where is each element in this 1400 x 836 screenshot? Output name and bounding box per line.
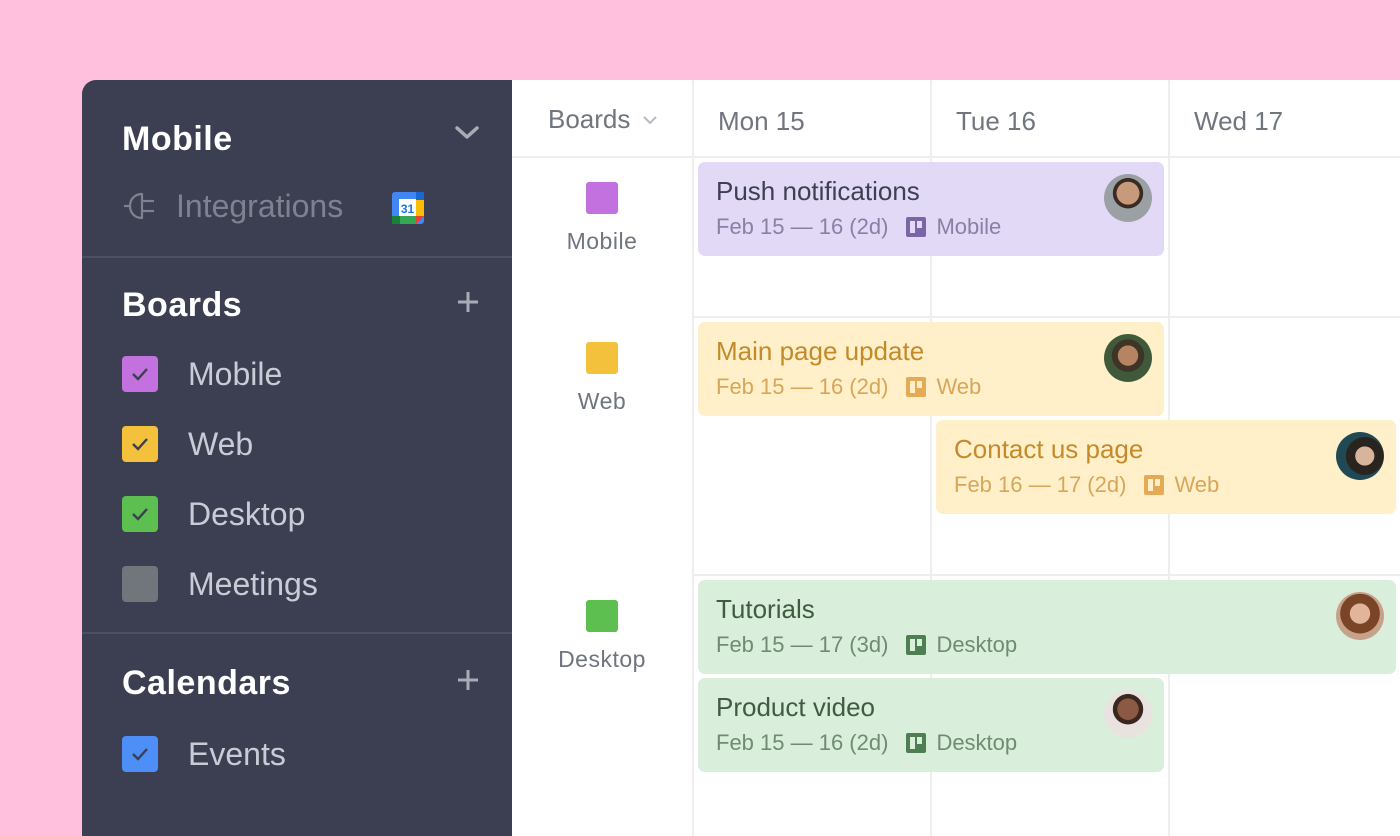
integrations-link[interactable]: Integrations — [124, 186, 343, 226]
board-item-label: Mobile — [188, 355, 283, 392]
row-label-text: Desktop — [558, 646, 646, 672]
event-dates: Feb 15 — 16 (2d) — [716, 214, 889, 239]
board-item-desktop[interactable]: Desktop — [122, 494, 305, 534]
calendar-item-events[interactable]: Events — [122, 734, 286, 774]
check-icon — [132, 438, 148, 451]
chevron-down-icon[interactable] — [454, 124, 480, 142]
integrations-label: Integrations — [176, 187, 344, 224]
event-dates: Feb 15 — 16 (2d) — [716, 730, 889, 755]
event-title: Tutorials — [716, 594, 815, 624]
board-item-label: Web — [188, 425, 254, 462]
event-dates: Feb 15 — 16 (2d) — [716, 374, 889, 399]
event-card-tutorials[interactable]: Tutorials Feb 15 — 17 (3d) Desktop — [698, 580, 1396, 674]
avatar[interactable] — [1104, 690, 1152, 738]
avatar[interactable] — [1104, 174, 1152, 222]
plug-icon — [124, 192, 154, 220]
event-card-contact-us-page[interactable]: Contact us page Feb 16 — 17 (2d) Web — [936, 420, 1396, 514]
board-checkbox-meetings[interactable] — [122, 566, 158, 602]
day-header-mon: Mon 15 — [718, 106, 805, 136]
chevron-down-icon — [643, 115, 658, 124]
event-title: Contact us page — [954, 434, 1144, 464]
add-board-button[interactable] — [456, 290, 480, 314]
row-divider — [692, 574, 1400, 576]
boards-section: Boards Mobile Web Desktop Meetings — [82, 258, 512, 634]
event-card-product-video[interactable]: Product video Feb 15 — 16 (2d) Desktop — [698, 678, 1164, 772]
trello-board-icon — [906, 635, 927, 655]
board-item-web[interactable]: Web — [122, 424, 253, 464]
board-color-swatch — [586, 182, 618, 214]
event-board: Desktop — [936, 730, 1018, 755]
row-label-web: Web — [512, 342, 692, 415]
row-label-text: Mobile — [566, 228, 638, 254]
event-title: Push notifications — [716, 176, 920, 206]
check-icon — [132, 748, 148, 761]
boards-dropdown[interactable]: Boards — [548, 104, 658, 135]
calendar-view: Boards Mon 15 Tue 16 Wed 17 Mobile Web D… — [512, 80, 1400, 836]
check-icon — [132, 508, 148, 521]
calendar-checkbox-events[interactable] — [122, 736, 158, 772]
sidebar: Mobile Integrations 31 Boards Mobile Web… — [82, 80, 512, 836]
check-icon — [132, 368, 148, 381]
board-item-mobile[interactable]: Mobile — [122, 354, 282, 394]
trello-board-icon — [906, 733, 927, 753]
event-board: Mobile — [936, 214, 1002, 239]
trello-board-icon — [906, 217, 927, 237]
event-dates: Feb 15 — 17 (3d) — [716, 632, 889, 657]
row-label-mobile: Mobile — [512, 182, 692, 255]
row-divider — [692, 316, 1400, 318]
event-card-push-notifications[interactable]: Push notifications Feb 15 — 16 (2d) Mobi… — [698, 162, 1164, 256]
workspace-title[interactable]: Mobile — [122, 120, 233, 159]
row-label-desktop: Desktop — [512, 600, 692, 673]
calendar-item-label: Events — [188, 735, 286, 772]
board-color-swatch — [586, 600, 618, 632]
board-item-meetings[interactable]: Meetings — [122, 564, 318, 604]
boards-title: Boards — [122, 286, 243, 324]
calendar-header: Boards Mon 15 Tue 16 Wed 17 — [512, 80, 1400, 158]
google-calendar-icon[interactable]: 31 — [392, 192, 424, 224]
board-checkbox-desktop[interactable] — [122, 496, 158, 532]
event-dates: Feb 16 — 17 (2d) — [954, 472, 1127, 497]
row-label-text: Web — [577, 388, 627, 414]
trello-board-icon — [906, 377, 927, 397]
event-board: Web — [1174, 472, 1220, 497]
avatar[interactable] — [1336, 432, 1384, 480]
board-item-label: Desktop — [188, 495, 306, 532]
event-title: Product video — [716, 692, 875, 722]
event-board: Desktop — [936, 632, 1018, 657]
event-title: Main page update — [716, 336, 925, 366]
avatar[interactable] — [1104, 334, 1152, 382]
board-item-label: Meetings — [188, 565, 318, 602]
calendars-title: Calendars — [122, 664, 291, 702]
board-checkbox-web[interactable] — [122, 426, 158, 462]
google-calendar-badge: 31 — [401, 202, 415, 216]
add-calendar-button[interactable] — [456, 668, 480, 692]
day-header-tue: Tue 16 — [956, 106, 1036, 136]
boards-dropdown-label: Boards — [548, 104, 631, 134]
board-checkbox-mobile[interactable] — [122, 356, 158, 392]
event-board: Web — [936, 374, 982, 399]
workspace-section: Mobile Integrations 31 — [82, 80, 512, 258]
column-divider — [692, 80, 694, 836]
app-window: Mobile Integrations 31 Boards Mobile Web… — [82, 80, 1400, 836]
avatar[interactable] — [1336, 592, 1384, 640]
day-header-wed: Wed 17 — [1194, 106, 1284, 136]
board-color-swatch — [586, 342, 618, 374]
event-card-main-page-update[interactable]: Main page update Feb 15 — 16 (2d) Web — [698, 322, 1164, 416]
trello-board-icon — [1144, 475, 1165, 495]
